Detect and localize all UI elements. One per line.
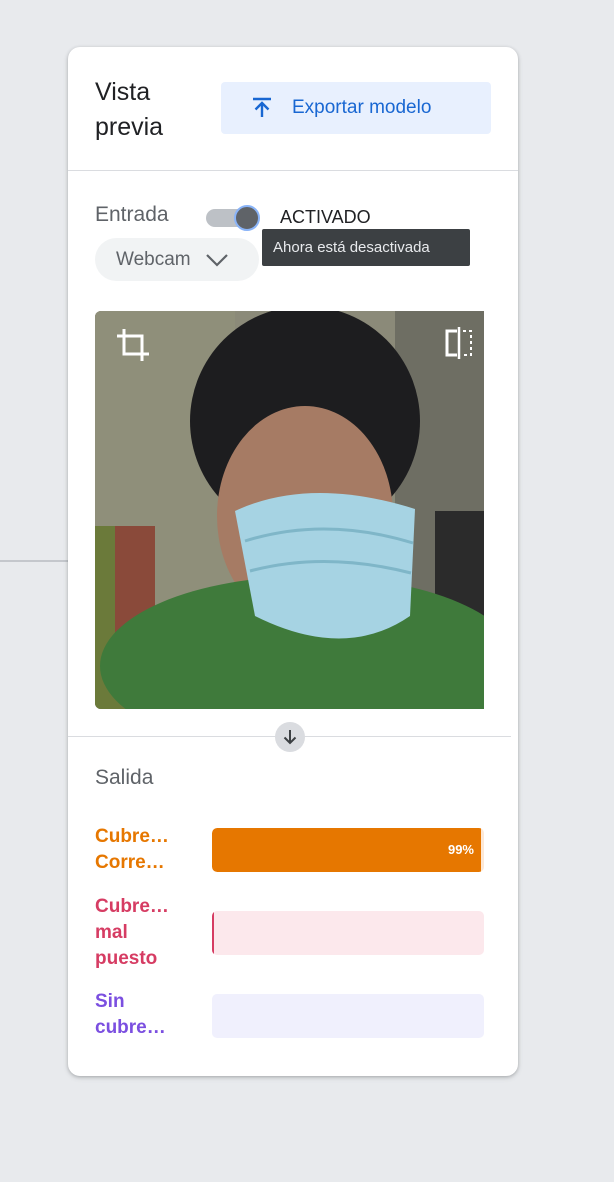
class-label-2: Cubre… mal puesto — [95, 896, 169, 969]
class-bar-3 — [212, 994, 484, 1038]
output-label: Salida — [95, 766, 154, 789]
toggle-knob — [234, 205, 260, 231]
panel-title: Vista previa — [95, 78, 164, 141]
toggle-state-label: ACTIVADO — [280, 207, 371, 227]
toggle-tooltip: Ahora está desactivada — [262, 229, 470, 266]
class-bar-1: 99% — [212, 828, 484, 872]
crop-icon[interactable] — [115, 327, 151, 363]
export-model-button[interactable]: Exportar modelo — [221, 82, 491, 134]
class-bar-2 — [212, 911, 484, 955]
chevron-down-icon — [205, 253, 228, 267]
class-label-1: Cubre… Corre… — [95, 826, 169, 873]
export-model-label: Exportar modelo — [292, 97, 432, 118]
arrow-down-icon — [275, 722, 305, 752]
class-label-3: Sin cubre… — [95, 991, 166, 1038]
class-percent-1: 99% — [447, 842, 474, 857]
preview-panel: Vista previa Exportar modelo Entrada ACT… — [68, 47, 518, 1076]
flip-icon[interactable] — [444, 327, 474, 359]
input-source-value: Webcam — [116, 248, 191, 270]
input-source-dropdown[interactable]: Webcam — [95, 238, 259, 281]
class-bar-fill-1 — [212, 828, 482, 872]
export-upload-icon — [253, 97, 271, 117]
connector-line — [0, 560, 68, 562]
panel-header: Vista previa Exportar modelo — [68, 47, 518, 171]
class-bar-fill-2 — [212, 911, 214, 955]
webcam-frame-image — [95, 311, 484, 709]
webcam-toggle[interactable] — [206, 205, 260, 231]
input-label: Entrada — [95, 203, 169, 226]
webcam-preview — [95, 311, 484, 709]
